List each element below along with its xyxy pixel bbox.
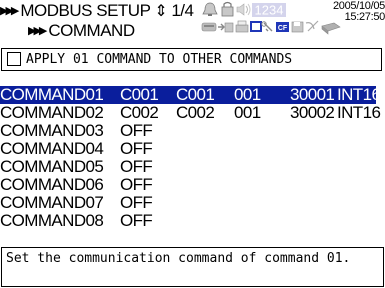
command-field-4: 30002 <box>290 103 335 122</box>
command-row[interactable]: COMMAND07 OFF <box>0 194 376 212</box>
lock-icon <box>221 1 234 17</box>
command-row[interactable]: COMMAND08 OFF <box>0 212 376 230</box>
printer-icon <box>235 20 249 33</box>
disk-icon <box>321 22 341 35</box>
command-name: COMMAND03 <box>0 121 104 140</box>
speaker-icon <box>236 3 251 16</box>
command-row[interactable]: COMMAND02 C002 C002 001 30002 INT16 <box>0 103 381 122</box>
command-field-5: INT16 <box>337 103 381 122</box>
command-row[interactable]: COMMAND06 OFF <box>0 176 376 194</box>
page-updown-icon[interactable]: ⇕ <box>154 3 167 21</box>
command-name: COMMAND04 <box>0 139 104 158</box>
command-field-3: 001 <box>234 103 261 122</box>
command-field-1: OFF <box>120 157 153 176</box>
page-title: MODBUS SETUP <box>20 1 151 20</box>
command-name: COMMAND08 <box>0 211 104 230</box>
display-icon <box>250 21 262 32</box>
command-list: COMMAND01 C001 C001 001 30001 INT16 COMMAND02 C… <box>0 86 385 230</box>
command-field-1: OFF <box>120 193 153 212</box>
command-row[interactable]: COMMAND01 C001 C001 001 30001 INT16 <box>0 85 381 104</box>
memory-counter: 1234 <box>252 3 286 18</box>
command-name: COMMAND02 <box>0 103 104 122</box>
breadcrumb-label: COMMAND <box>48 21 135 40</box>
command-row[interactable]: COMMAND04 OFF <box>0 140 376 158</box>
breadcrumb: ▶▶▶ COMMAND <box>0 22 135 40</box>
command-name: COMMAND05 <box>0 157 104 176</box>
title-line: ▶▶▶ MODBUS SETUP ⇕ 1/4 <box>0 1 194 21</box>
svg-text:CF: CF <box>278 25 288 32</box>
apply-checkbox[interactable] <box>7 52 21 66</box>
command-field-2: C002 <box>176 103 215 122</box>
time-label: 15:27:50 <box>344 11 385 23</box>
command-field-1: OFF <box>120 121 153 140</box>
command-row[interactable]: COMMAND03 OFF <box>0 122 376 140</box>
command-field-2: C001 <box>176 85 215 104</box>
datetime: 2005/10/05 15:27:50 <box>333 1 385 23</box>
cf-card-icon: CF <box>276 22 289 32</box>
key-icon <box>261 21 273 32</box>
command-field-4: 30001 <box>290 85 335 104</box>
status-icon-area: 1234 CF <box>201 1 341 35</box>
command-field-1: OFF <box>120 211 153 230</box>
floppy-icon <box>291 21 304 33</box>
alarm-bell-icon <box>202 2 218 16</box>
triple-arrow-icon: ▶▶▶ <box>28 25 47 37</box>
command-field-3: 001 <box>234 85 261 104</box>
header-bar: ▶▶▶MODBUS SETUP⇕1/4 ▶▶▶COMMAND 1234 <box>0 0 385 44</box>
command-field-1: C001 <box>120 85 159 104</box>
apply-to-other-commands-option[interactable]: APPLY 01 COMMAND TO OTHER COMMANDS <box>1 48 382 71</box>
command-name: COMMAND01 <box>0 85 104 104</box>
command-field-1: OFF <box>120 139 153 158</box>
help-message-box: Set the communication command of command… <box>1 247 384 287</box>
triple-arrow-icon: ▶▶▶ <box>0 5 19 17</box>
network-icon <box>201 22 217 32</box>
apply-checkbox-label: APPLY 01 COMMAND TO OTHER COMMANDS <box>26 52 293 67</box>
command-name: COMMAND06 <box>0 175 104 194</box>
command-field-1: OFF <box>120 175 153 194</box>
memory-counter-text: 1234 <box>255 3 284 18</box>
command-field-5: INT16 <box>337 85 381 104</box>
help-text: Set the communication command of command… <box>6 251 351 266</box>
page-indicator: 1/4 <box>171 1 194 20</box>
command-field-1: C002 <box>120 103 159 122</box>
link-icon <box>218 22 234 33</box>
command-name: COMMAND07 <box>0 193 104 212</box>
command-row[interactable]: COMMAND05 OFF <box>0 158 376 176</box>
satellite-icon <box>305 20 319 32</box>
